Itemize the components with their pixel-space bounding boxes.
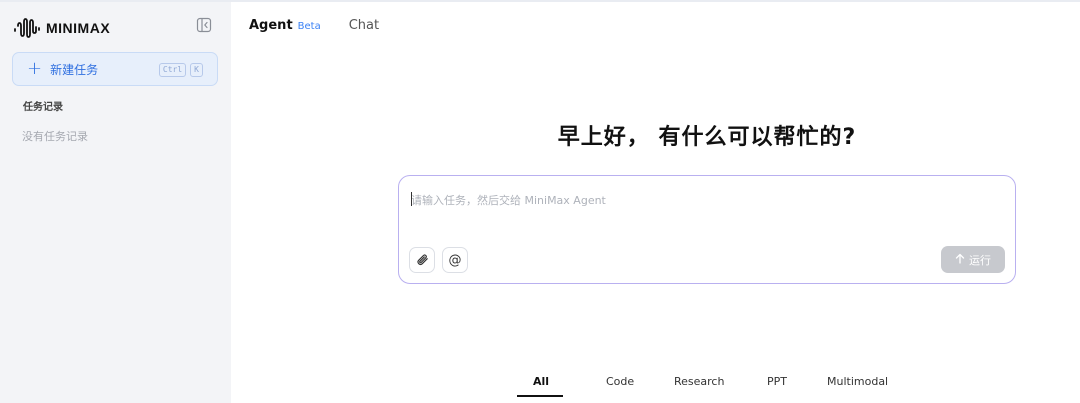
text-caret: [411, 192, 412, 206]
paperclip-icon: [415, 251, 429, 270]
tab-chat[interactable]: Chat: [349, 18, 379, 33]
arrow-up-icon: [955, 253, 965, 267]
waveform-icon: [14, 17, 40, 39]
task-history-empty: 没有任务记录: [22, 130, 88, 143]
mention-button[interactable]: @: [442, 247, 468, 273]
filter-research[interactable]: Research: [674, 375, 724, 388]
shortcut-key-k: K: [190, 63, 203, 77]
filter-all[interactable]: All: [533, 375, 549, 388]
brand-name: MINIMAX: [46, 20, 111, 36]
filter-code[interactable]: Code: [606, 375, 634, 388]
active-filter-indicator: [517, 395, 563, 397]
task-history-heading: 任务记录: [23, 102, 63, 113]
task-input[interactable]: [411, 190, 1001, 210]
attach-file-button[interactable]: [409, 247, 435, 273]
mode-tabs: Agent Beta Chat: [249, 18, 379, 33]
filter-multimodal[interactable]: Multimodal: [827, 375, 888, 388]
run-button[interactable]: 运行: [941, 246, 1005, 273]
sidebar: MINIMAX + 新建任务 Ctrl K 任务记录 没有任务记录: [0, 2, 231, 403]
new-task-label: 新建任务: [50, 62, 99, 77]
beta-badge: Beta: [297, 21, 321, 32]
keyboard-shortcut: Ctrl K: [158, 63, 203, 77]
greeting-heading: 早上好， 有什么可以帮忙的?: [557, 125, 857, 150]
category-filters: All Code Research PPT Multimodal: [0, 373, 1080, 403]
brand-logo[interactable]: MINIMAX: [14, 16, 110, 40]
run-label: 运行: [969, 253, 991, 267]
task-composer: @ 运行: [398, 175, 1016, 284]
tab-agent-label: Agent: [249, 18, 293, 33]
sidebar-collapse-icon: [196, 17, 212, 37]
filter-ppt[interactable]: PPT: [767, 375, 787, 388]
plus-icon: +: [27, 58, 43, 79]
shortcut-key-ctrl: Ctrl: [158, 63, 187, 77]
collapse-sidebar-button[interactable]: [195, 17, 213, 37]
new-task-button[interactable]: + 新建任务 Ctrl K: [12, 52, 218, 86]
tab-agent[interactable]: Agent Beta: [249, 18, 321, 33]
at-sign-icon: @: [448, 252, 462, 268]
